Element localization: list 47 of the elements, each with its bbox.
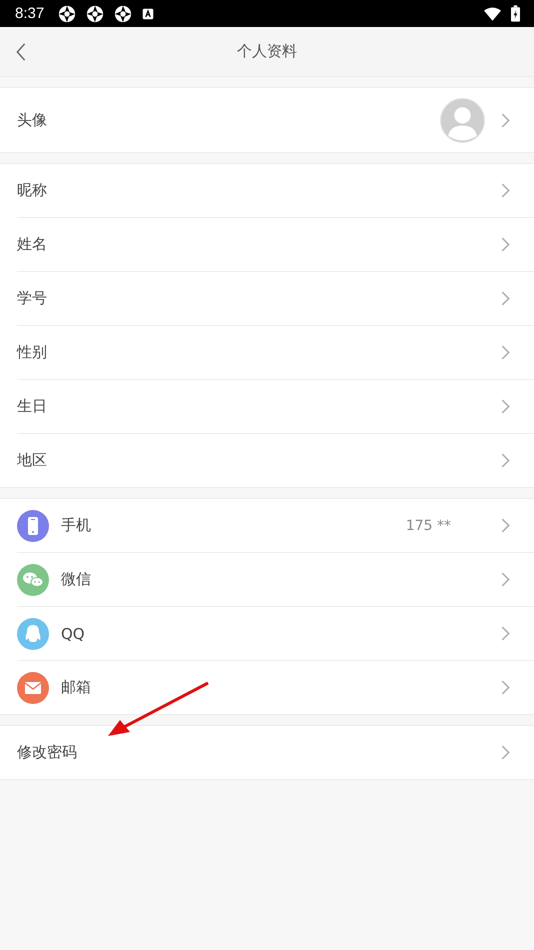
notification-icon: [142, 8, 154, 20]
row-label: 微信: [61, 570, 91, 589]
row-label: 昵称: [17, 181, 47, 200]
list-row[interactable]: 姓名: [17, 218, 534, 272]
chevron-icon: [501, 453, 510, 468]
row-label: QQ: [61, 624, 85, 642]
chevron-icon: [501, 399, 510, 414]
wifi-icon: [484, 6, 501, 20]
row-label: 学号: [17, 289, 47, 308]
list-row[interactable]: 手机 175 **: [17, 499, 534, 553]
chevron-icon: [501, 745, 510, 760]
row-label: 手机: [61, 516, 91, 535]
avatar-icon: [440, 98, 485, 142]
row-label: 姓名: [17, 235, 47, 254]
row-label: 性别: [17, 343, 47, 362]
status-time: 8:37: [15, 5, 44, 22]
row-label: 头像: [17, 110, 47, 130]
list-row[interactable]: 生日: [17, 380, 534, 434]
row-value: 175 **: [406, 518, 451, 534]
list-row[interactable]: QQ: [17, 607, 534, 661]
list-row[interactable]: 性别: [17, 326, 534, 380]
app-notification-icon: [58, 4, 76, 22]
chevron-icon: [501, 345, 510, 360]
chevron-icon: [501, 518, 510, 533]
chevron-icon: [501, 680, 510, 695]
list-row[interactable]: 修改密码: [17, 726, 534, 779]
list-row[interactable]: 昵称: [17, 164, 534, 218]
chevron-icon: [501, 626, 510, 641]
list-row[interactable]: 微信: [17, 553, 534, 607]
row-label: 修改密码: [17, 743, 77, 762]
battery-icon: [511, 5, 520, 22]
row-label: 邮箱: [61, 678, 91, 697]
row-label: 地区: [17, 451, 47, 470]
app-notification-icon: [86, 4, 104, 22]
back-icon[interactable]: [15, 42, 27, 62]
chevron-icon: [501, 112, 510, 128]
row-label: 生日: [17, 397, 47, 416]
chevron-icon: [501, 237, 510, 252]
page-title: 个人资料: [237, 42, 297, 61]
chevron-icon: [501, 183, 510, 198]
app-notification-icon: [114, 4, 132, 22]
chevron-icon: [501, 572, 510, 587]
list-row[interactable]: 学号: [17, 272, 534, 326]
list-row[interactable]: 邮箱: [17, 661, 534, 714]
chevron-icon: [501, 291, 510, 306]
list-row[interactable]: 地区: [17, 434, 534, 487]
avatar-row[interactable]: 头像: [17, 88, 534, 152]
